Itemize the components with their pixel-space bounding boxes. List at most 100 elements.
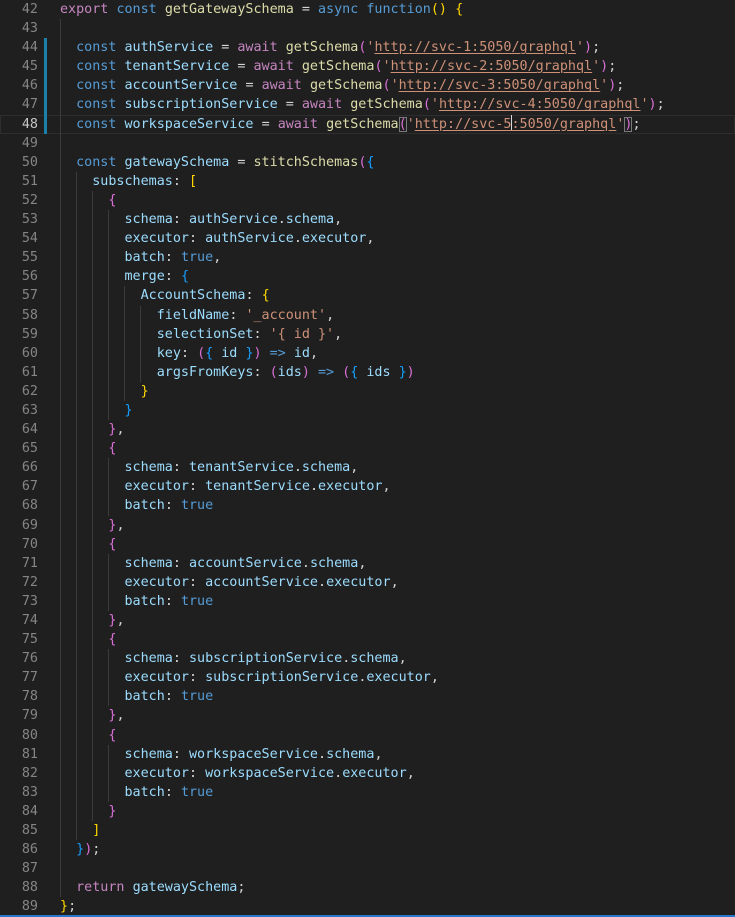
line-number[interactable]: 51 <box>0 172 38 191</box>
code-text[interactable]: { <box>60 535 116 554</box>
code-line[interactable]: 52 { <box>0 191 735 210</box>
code-line[interactable]: 77 executor: subscriptionService.executo… <box>0 668 735 687</box>
line-number[interactable]: 85 <box>0 821 38 840</box>
code-line[interactable]: 78 batch: true <box>0 687 735 706</box>
code-line[interactable]: 71 schema: accountService.schema, <box>0 554 735 573</box>
code-text[interactable]: batch: true <box>60 687 213 706</box>
code-text[interactable]: }; <box>60 897 76 916</box>
code-line[interactable]: 80 { <box>0 726 735 745</box>
code-line[interactable]: 66 schema: tenantService.schema, <box>0 458 735 477</box>
code-text[interactable]: const tenantService = await getSchema('h… <box>60 57 616 76</box>
code-text[interactable]: schema: subscriptionService.schema, <box>60 649 407 668</box>
line-number[interactable]: 43 <box>0 19 38 38</box>
code-text[interactable]: }, <box>60 420 125 439</box>
code-text[interactable]: executor: workspaceService.executor, <box>60 764 415 783</box>
code-text[interactable]: const accountService = await getSchema('… <box>60 76 624 95</box>
code-text[interactable]: export const getGatewaySchema = async fu… <box>60 0 463 19</box>
code-line[interactable]: 61 argsFromKeys: (ids) => ({ ids }) <box>0 363 735 382</box>
code-line[interactable]: 83 batch: true <box>0 783 735 802</box>
line-number[interactable]: 68 <box>0 496 38 515</box>
line-number[interactable]: 55 <box>0 248 38 267</box>
line-number[interactable]: 81 <box>0 745 38 764</box>
code-text[interactable]: executor: authService.executor, <box>60 229 374 248</box>
code-text[interactable]: const gatewaySchema = stitchSchemas({ <box>60 153 374 172</box>
line-number[interactable]: 45 <box>0 57 38 76</box>
line-number[interactable]: 44 <box>0 38 38 57</box>
line-number[interactable]: 84 <box>0 802 38 821</box>
line-number[interactable]: 54 <box>0 229 38 248</box>
line-number[interactable]: 82 <box>0 764 38 783</box>
code-text[interactable]: schema: accountService.schema, <box>60 554 366 573</box>
code-text[interactable]: executor: subscriptionService.executor, <box>60 668 439 687</box>
line-number[interactable]: 71 <box>0 554 38 573</box>
code-text[interactable]: argsFromKeys: (ids) => ({ ids }) <box>60 363 415 382</box>
line-number[interactable]: 70 <box>0 535 38 554</box>
code-text[interactable]: }, <box>60 516 125 535</box>
code-text[interactable]: const subscriptionService = await getSch… <box>60 95 665 114</box>
code-text[interactable]: executor: tenantService.executor, <box>60 477 391 496</box>
code-line[interactable]: 72 executor: accountService.executor, <box>0 573 735 592</box>
code-text[interactable]: schema: authService.schema, <box>60 210 342 229</box>
line-number[interactable]: 59 <box>0 325 38 344</box>
code-line[interactable]: 73 batch: true <box>0 592 735 611</box>
code-line[interactable]: 88 return gatewaySchema; <box>0 878 735 897</box>
code-text[interactable]: } <box>60 382 149 401</box>
code-line[interactable]: 47 const subscriptionService = await get… <box>0 95 735 114</box>
code-text[interactable]: subschemas: [ <box>60 172 197 191</box>
code-text[interactable]: schema: tenantService.schema, <box>60 458 358 477</box>
code-line-current[interactable]: 48 const workspaceService = await getSch… <box>0 115 735 134</box>
code-text[interactable]: batch: true, <box>60 248 221 267</box>
line-number[interactable]: 63 <box>0 401 38 420</box>
line-number[interactable]: 57 <box>0 286 38 305</box>
code-line[interactable]: 58 fieldName: '_account', <box>0 306 735 325</box>
line-number[interactable]: 65 <box>0 439 38 458</box>
code-text[interactable]: } <box>60 401 133 420</box>
code-text[interactable]: { <box>60 630 116 649</box>
code-line[interactable]: 64 }, <box>0 420 735 439</box>
code-text[interactable]: } <box>60 802 116 821</box>
line-number[interactable]: 48 <box>0 115 38 134</box>
line-number[interactable]: 77 <box>0 668 38 687</box>
code-text[interactable]: AccountSchema: { <box>60 286 270 305</box>
code-editor[interactable]: 42 export const getGatewaySchema = async … <box>0 0 735 917</box>
line-number[interactable]: 53 <box>0 210 38 229</box>
code-line[interactable]: 59 selectionSet: '{ id }', <box>0 325 735 344</box>
line-number[interactable]: 58 <box>0 306 38 325</box>
code-text[interactable]: batch: true <box>60 783 213 802</box>
line-number[interactable]: 42 <box>0 0 38 19</box>
line-number[interactable]: 80 <box>0 726 38 745</box>
code-line[interactable]: 54 executor: authService.executor, <box>0 229 735 248</box>
line-number[interactable]: 74 <box>0 611 38 630</box>
code-text[interactable]: schema: workspaceService.schema, <box>60 745 383 764</box>
line-number[interactable]: 79 <box>0 706 38 725</box>
line-number[interactable]: 47 <box>0 95 38 114</box>
line-number[interactable]: 89 <box>0 897 38 916</box>
code-line[interactable]: 50 const gatewaySchema = stitchSchemas({ <box>0 153 735 172</box>
code-line[interactable]: 63 } <box>0 401 735 420</box>
code-line[interactable]: 85 ] <box>0 821 735 840</box>
code-line[interactable]: 43 <box>0 19 735 38</box>
code-line[interactable]: 84 } <box>0 802 735 821</box>
line-number[interactable]: 72 <box>0 573 38 592</box>
code-text[interactable]: ] <box>60 821 100 840</box>
code-text[interactable]: const workspaceService = await getSchema… <box>60 115 641 134</box>
code-line[interactable]: 45 const tenantService = await getSchema… <box>0 57 735 76</box>
line-number[interactable]: 61 <box>0 363 38 382</box>
code-line[interactable]: 44 const authService = await getSchema('… <box>0 38 735 57</box>
code-line[interactable]: 75 { <box>0 630 735 649</box>
code-line[interactable]: 69 }, <box>0 516 735 535</box>
code-text[interactable]: }); <box>60 840 100 859</box>
code-text[interactable]: const authService = await getSchema('htt… <box>60 38 600 57</box>
code-line[interactable]: 68 batch: true <box>0 496 735 515</box>
code-line[interactable]: 57 AccountSchema: { <box>0 286 735 305</box>
line-number[interactable]: 73 <box>0 592 38 611</box>
code-text[interactable]: batch: true <box>60 592 213 611</box>
code-text[interactable]: merge: { <box>60 267 189 286</box>
line-number[interactable]: 76 <box>0 649 38 668</box>
code-line[interactable]: 76 schema: subscriptionService.schema, <box>0 649 735 668</box>
code-line[interactable]: 55 batch: true, <box>0 248 735 267</box>
code-line[interactable]: 65 { <box>0 439 735 458</box>
line-number[interactable]: 78 <box>0 687 38 706</box>
code-text[interactable]: }, <box>60 706 125 725</box>
code-line[interactable]: 89}; <box>0 897 735 916</box>
